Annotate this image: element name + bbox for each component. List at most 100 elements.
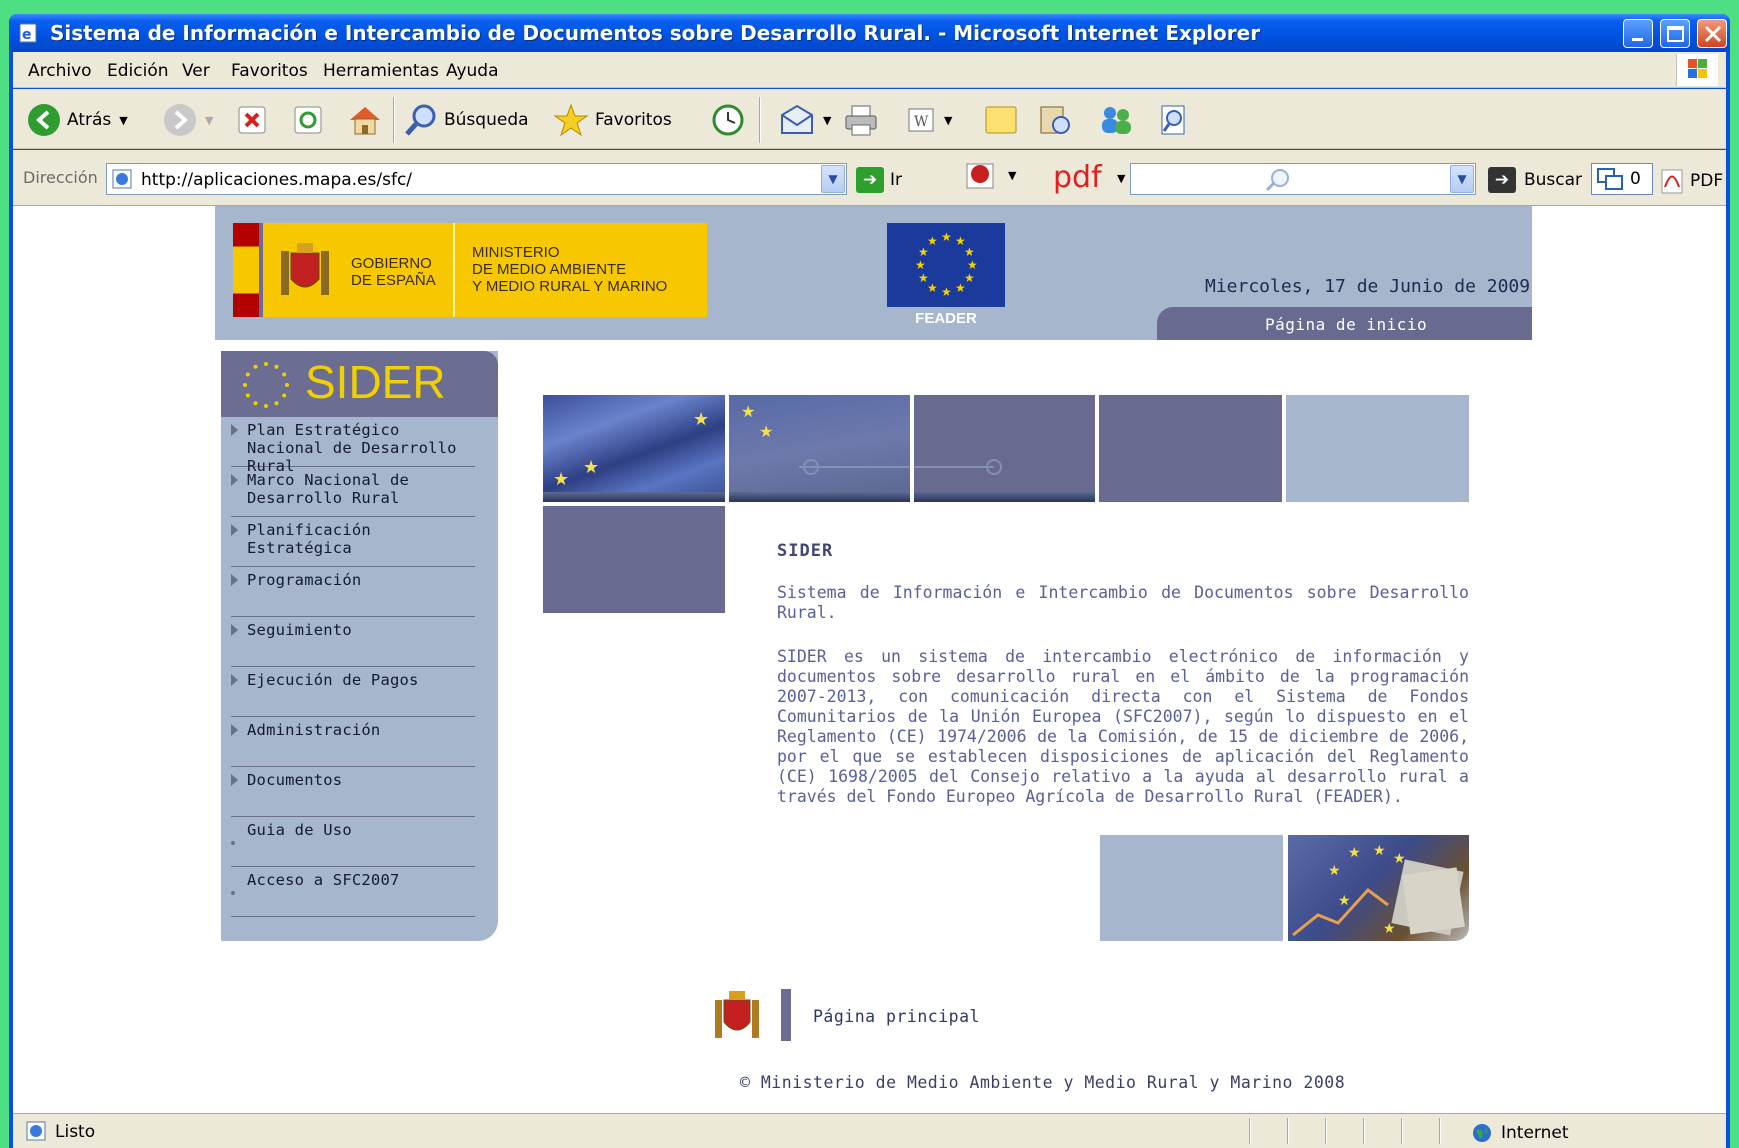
nav-seguimiento[interactable]: Seguimiento	[231, 621, 475, 667]
search-dropdown-icon[interactable]: ▼	[1450, 165, 1474, 193]
mail-icon	[781, 104, 813, 134]
nav-acceso-sfc[interactable]: Acceso a SFC2007	[231, 871, 475, 917]
favorites-label: Favoritos	[595, 110, 672, 130]
print-button[interactable]	[843, 103, 879, 137]
research-button[interactable]	[1037, 103, 1073, 137]
edit-word-button[interactable]: W ▼	[906, 103, 952, 137]
pdf-button[interactable]: PDF	[1658, 167, 1723, 195]
coat-of-arms-icon	[281, 243, 329, 295]
mail-dropdown-icon[interactable]: ▼	[823, 114, 831, 127]
svg-text:★: ★	[964, 245, 975, 259]
search-button[interactable]: Búsqueda	[404, 103, 529, 137]
nav-arrow-icon	[231, 474, 238, 486]
back-button[interactable]: Atrás ▼	[27, 103, 128, 137]
bullet-icon	[231, 891, 235, 895]
stop-button[interactable]	[237, 103, 267, 137]
refresh-button[interactable]	[293, 103, 323, 137]
buscar-button[interactable]: ➔ Buscar	[1488, 167, 1582, 193]
svg-text:★: ★	[1338, 893, 1351, 909]
toolbar-search-input[interactable]: ▼	[1130, 163, 1476, 195]
go-label: Ir	[890, 170, 903, 190]
favorites-button[interactable]: Favoritos	[553, 103, 672, 137]
svg-text:★: ★	[941, 230, 952, 244]
nav-guia-uso[interactable]: Guia de Uso	[231, 821, 475, 867]
menu-edicion[interactable]: Edición	[107, 61, 169, 81]
banner-image-eu-2: ★ ★	[729, 395, 910, 502]
nav-marco-nacional[interactable]: Marco Nacional de Desarrollo Rural	[231, 471, 475, 517]
pdf-dropdown-icon[interactable]: ▼	[1117, 172, 1125, 185]
status-divider	[1287, 1118, 1289, 1144]
nav-label: Marco Nacional de Desarrollo Rural	[247, 471, 410, 507]
current-date: Miercoles, 17 de Junio de 2009	[1205, 276, 1531, 297]
gov-line-1: GOBIERNO	[351, 255, 432, 272]
nav-arrow-icon	[231, 574, 238, 586]
discuss-button[interactable]	[983, 103, 1019, 137]
go-button[interactable]: ➔ Ir	[856, 167, 902, 193]
ministry-line-1: MINISTERIO	[472, 244, 560, 261]
svg-text:★: ★	[941, 285, 952, 299]
sider-brand: SIDER	[305, 356, 446, 408]
popup-blocker-icon	[1597, 168, 1623, 190]
svg-text:★: ★	[967, 258, 978, 272]
messenger-button[interactable]	[1097, 103, 1135, 137]
svg-text:★: ★	[583, 457, 599, 478]
security-zone[interactable]: Internet	[1471, 1122, 1569, 1144]
nav-arrow-icon	[231, 674, 238, 686]
nav-arrow-icon	[231, 524, 238, 536]
nav-documentos[interactable]: Documentos	[231, 771, 475, 817]
close-button[interactable]	[1697, 19, 1727, 48]
nav-administracion[interactable]: Administración	[231, 721, 475, 767]
home-tab-label: Página de inicio	[1265, 315, 1428, 334]
nav-label: Programación	[247, 571, 362, 589]
mail-button[interactable]: ▼	[779, 103, 831, 137]
pdf-label: PDF	[1690, 171, 1724, 191]
adobe-dropdown-icon[interactable]: ▼	[1008, 169, 1016, 182]
ministry-line-3: Y MEDIO RURAL Y MARINO	[472, 278, 668, 295]
forward-dropdown-icon: ▼	[205, 113, 214, 127]
menu-herramientas[interactable]: Herramientas	[323, 61, 439, 81]
search-label: Búsqueda	[444, 110, 529, 130]
svg-text:★: ★	[927, 234, 938, 248]
home-button[interactable]	[347, 103, 383, 137]
find-button[interactable]	[1157, 103, 1191, 137]
nav-plan-estrategico[interactable]: Plan Estratégico Nacional de Desarrollo …	[231, 421, 475, 475]
nav-ejecucion-pagos[interactable]: Ejecución de Pagos	[231, 671, 475, 717]
edit-dropdown-icon[interactable]: ▼	[944, 114, 952, 127]
zone-label: Internet	[1501, 1123, 1569, 1143]
page-icon	[112, 169, 132, 189]
history-button[interactable]	[710, 103, 746, 137]
back-dropdown-icon[interactable]: ▼	[119, 114, 127, 127]
star-icon	[553, 103, 589, 137]
popup-counter[interactable]: 0	[1591, 163, 1653, 195]
menu-ver[interactable]: Ver	[182, 61, 210, 81]
forward-button[interactable]: ▼	[163, 103, 213, 137]
back-label: Atrás	[67, 110, 112, 130]
minimize-button[interactable]	[1623, 19, 1653, 48]
minimize-icon	[1632, 38, 1643, 41]
nav-planificacion[interactable]: Planificación Estratégica	[231, 521, 475, 567]
forward-arrow-icon	[164, 104, 196, 136]
address-input[interactable]: http://aplicaciones.mapa.es/sfc/ ▼	[106, 163, 847, 195]
eu-stars-ring-icon	[243, 362, 289, 408]
stop-icon	[238, 106, 266, 134]
home-tab[interactable]: Página de inicio	[1157, 307, 1532, 340]
address-label: Dirección	[23, 168, 98, 187]
sidebar: SIDER Plan Estratégico Nacional de Desar…	[221, 351, 498, 941]
buscar-label: Buscar	[1524, 170, 1583, 190]
address-dropdown-icon[interactable]: ▼	[821, 165, 845, 193]
messenger-icon	[1102, 107, 1131, 134]
pdf-icon	[1661, 169, 1683, 194]
adobe-button[interactable]: ▼	[964, 158, 1016, 192]
menu-archivo[interactable]: Archivo	[28, 61, 92, 81]
nav-label: Acceso a SFC2007	[247, 871, 400, 889]
maximize-button[interactable]	[1660, 19, 1690, 48]
ministry-line-2: DE MEDIO AMBIENTE	[472, 261, 627, 278]
main-page-link[interactable]: Página principal	[813, 1007, 980, 1026]
nav-label: Administración	[247, 721, 381, 739]
menu-ayuda[interactable]: Ayuda	[446, 61, 499, 81]
nav-programacion[interactable]: Programación	[231, 571, 475, 617]
menu-favoritos[interactable]: Favoritos	[231, 61, 308, 81]
home-icon	[350, 107, 380, 135]
ministry-text: MINISTERIO DE MEDIO AMBIENTE Y MEDIO RUR…	[472, 244, 667, 295]
title-bar[interactable]: e Sistema de Información e Intercambio d…	[9, 14, 1730, 52]
